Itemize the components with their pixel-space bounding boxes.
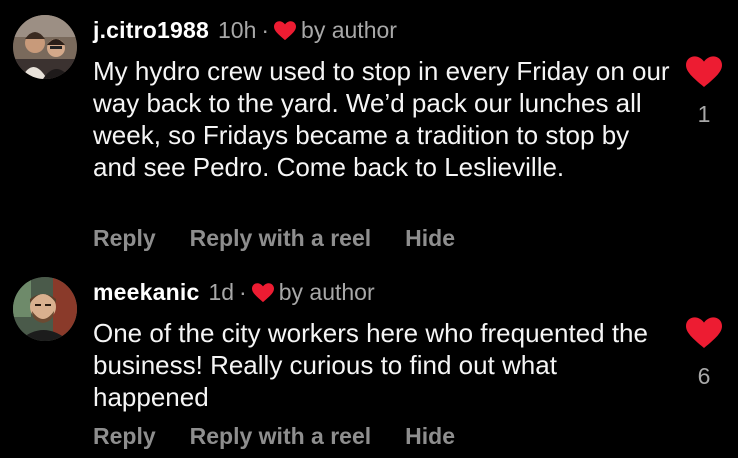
separator: · <box>261 17 270 43</box>
separator: · <box>239 279 247 305</box>
reply-with-reel-button[interactable]: Reply with a reel <box>190 423 372 450</box>
heart-icon <box>274 20 297 42</box>
reply-button[interactable]: Reply <box>93 225 156 252</box>
hide-button[interactable]: Hide <box>405 225 455 252</box>
like-button[interactable] <box>686 317 722 349</box>
username[interactable]: meekanic <box>93 279 199 306</box>
comment-text: My hydro crew used to stop in every Frid… <box>93 56 670 182</box>
timestamp: 1d <box>208 279 235 305</box>
heart-icon <box>251 282 274 304</box>
avatar[interactable] <box>13 15 77 79</box>
heart-filled-icon <box>686 317 722 348</box>
like-count: 1 <box>697 101 711 127</box>
comment-actions: Reply Reply with a reel Hide <box>93 423 489 450</box>
reply-button[interactable]: Reply <box>93 423 156 450</box>
author-badge: by author <box>301 17 397 43</box>
comment: j.citro1988 10h · by author My hydro cre… <box>0 0 738 260</box>
author-badge: by author <box>278 279 375 305</box>
comment-text: One of the city workers here who frequen… <box>93 318 648 412</box>
like-button[interactable] <box>686 56 722 88</box>
comment-actions: Reply Reply with a reel Hide <box>93 225 489 252</box>
reply-with-reel-button[interactable]: Reply with a reel <box>190 225 372 252</box>
comment-header: j.citro1988 10h · by author <box>93 17 397 44</box>
avatar[interactable] <box>13 277 77 341</box>
username[interactable]: j.citro1988 <box>93 17 209 44</box>
timestamp: 10h <box>218 17 257 43</box>
comment: meekanic 1d · by author One of the city … <box>0 260 738 458</box>
like-count: 6 <box>697 363 711 389</box>
hide-button[interactable]: Hide <box>405 423 455 450</box>
heart-filled-icon <box>686 56 722 87</box>
avatar-photo-icon <box>13 15 77 79</box>
avatar-photo-icon <box>13 277 77 341</box>
comment-header: meekanic 1d · by author <box>93 279 375 306</box>
